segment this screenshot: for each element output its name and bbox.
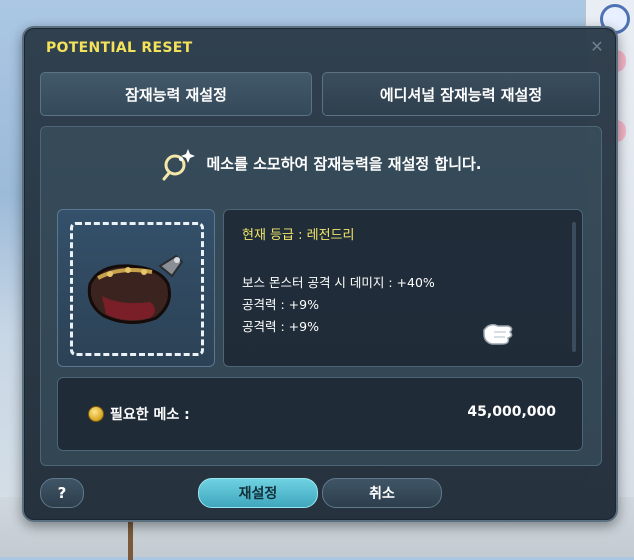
banner: 메소를 소모하여 잠재능력을 재설정 합니다. [41, 143, 601, 183]
cost-label: 필요한 메소 : [110, 407, 190, 423]
info-scrollbar[interactable] [572, 222, 576, 352]
item-slot-frame [57, 209, 215, 367]
gauntlet-item-icon [87, 254, 184, 324]
reset-button[interactable]: 재설정 [198, 478, 318, 508]
tab-potential-reset[interactable]: 잠재능력 재설정 [40, 72, 312, 116]
background-pole [128, 520, 133, 560]
potential-info-box: 현재 등급 : 레전드리 보스 몬스터 공격 시 데미지 : +40% 공격력 … [223, 209, 583, 367]
cost-box: 필요한 메소 : 45,000,000 [57, 377, 583, 451]
potential-option-line: 공격력 : +9% [242, 297, 319, 312]
meso-coin-icon [88, 406, 104, 422]
help-button[interactable]: ? [40, 478, 84, 508]
tab-bar: 잠재능력 재설정 에디셔널 잠재능력 재설정 [40, 72, 600, 118]
potential-reset-window: POTENTIAL RESET ✕ 잠재능력 재설정 에디셔널 잠재능력 재설정… [22, 26, 618, 522]
potential-option-line: 보스 몬스터 공격 시 데미지 : +40% [242, 275, 435, 290]
cancel-button[interactable]: 취소 [322, 478, 442, 508]
magnifier-sparkle-icon [162, 149, 195, 181]
current-grade: 현재 등급 : 레전드리 [242, 228, 355, 243]
window-title: POTENTIAL RESET [46, 40, 193, 56]
glove-cursor-icon [483, 323, 513, 345]
cost-value: 45,000,000 [467, 404, 556, 420]
banner-message: 메소를 소모하여 잠재능력을 재설정 합니다. [206, 154, 482, 173]
potential-option-line: 공격력 : +9% [242, 319, 319, 334]
tab-additional-potential-reset[interactable]: 에디셔널 잠재능력 재설정 [322, 72, 600, 116]
main-panel: 메소를 소모하여 잠재능력을 재설정 합니다. 현재 등급 : 레전드리 보스 … [40, 126, 602, 466]
close-icon[interactable]: ✕ [588, 38, 606, 56]
